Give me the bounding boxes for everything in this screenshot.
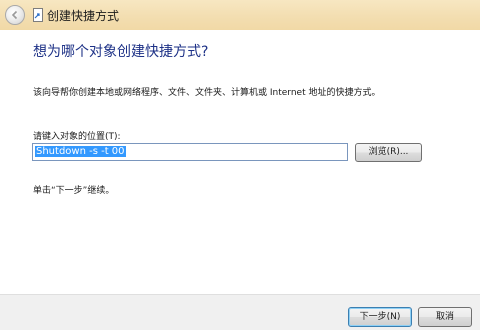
continue-hint: 单击“下一步”继续。 [33,186,115,196]
cancel-button[interactable]: 取消 [418,307,472,327]
wizard-description: 该向导帮你创建本地或网络程序、文件、文件夹、计算机或 Internet 地址的快… [33,88,381,98]
title-bar: 创建快捷方式 [0,0,480,30]
location-label: 请键入对象的位置(T): [33,132,121,142]
location-input-value: Shutdown -s -t 00 [35,146,126,157]
location-input[interactable]: Shutdown -s -t 00 [32,143,348,161]
back-arrow-icon [11,10,18,20]
back-button[interactable] [5,5,25,25]
next-button[interactable]: 下一步(N) [348,307,412,327]
page-heading: 想为哪个对象创建快捷方式? [33,44,209,60]
shortcut-icon [33,8,43,22]
footer-bar: 下一步(N) 取消 [0,294,480,330]
create-shortcut-window: 创建快捷方式 想为哪个对象创建快捷方式? 该向导帮你创建本地或网络程序、文件、文… [0,0,480,330]
browse-button[interactable]: 浏览(R)... [355,143,422,162]
window-title: 创建快捷方式 [47,9,120,23]
